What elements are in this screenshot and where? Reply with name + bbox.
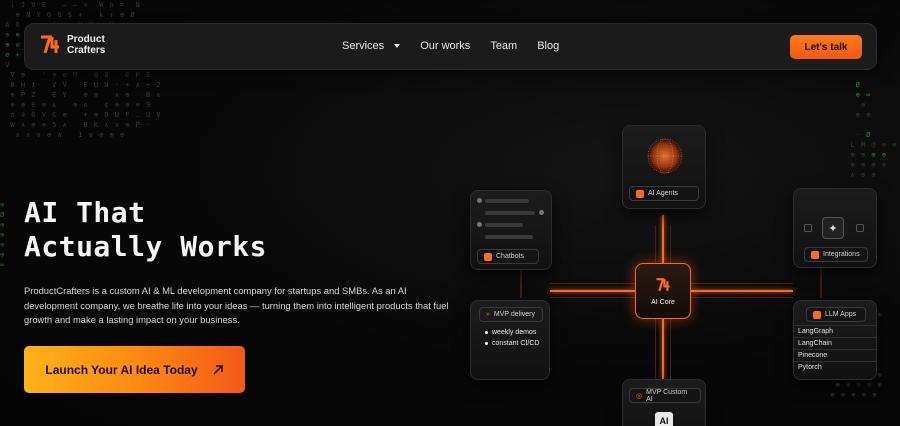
logo-text-line2: Crafters — [67, 45, 106, 56]
connector-wire — [662, 215, 664, 263]
connector-wire — [550, 290, 635, 292]
nav-item-services-label: Services — [342, 40, 385, 52]
globe-network-icon — [647, 138, 683, 174]
nav-item-team-label: Team — [490, 40, 518, 52]
arrow-up-right-icon — [213, 364, 223, 375]
page: ↓ J V ∈ — — ¤ W ∩ = N ⊕ N Y Q G $ + k ↑ … — [0, 0, 900, 426]
nav-item-blog[interactable]: Blog — [537, 40, 559, 52]
llm-apps-card[interactable]: LLM Apps LangGraph LangChain Pinecone Py… — [793, 300, 877, 380]
connector-wire — [670, 319, 671, 379]
connector-wire — [691, 283, 793, 284]
ai-agents-card[interactable]: AI Agents — [622, 125, 706, 209]
logo-text: Product Crafters — [67, 34, 127, 56]
hero-title: AI That Actually Works — [24, 196, 267, 264]
chat-message-line — [485, 211, 535, 215]
double-chevron-icon: » — [486, 311, 490, 318]
hero-description: ProductCrafters is a custom AI & ML deve… — [24, 285, 449, 325]
chatbots-chip: Chatbots — [477, 249, 539, 264]
chat-avatar — [477, 222, 482, 227]
chat-message-line — [485, 199, 529, 203]
nav-item-our-works[interactable]: Our works — [420, 40, 470, 52]
llm-apps-chip: LLM Apps — [806, 307, 866, 322]
nav-item-services[interactable]: Services — [342, 40, 401, 52]
connector-wire — [550, 297, 635, 298]
lightbulb-icon: ◎ — [636, 392, 643, 400]
ai-badge: AI — [655, 412, 673, 426]
connector-wire — [691, 297, 793, 298]
llm-app-item: Pinecone — [794, 349, 876, 361]
mvp-custom-ai-label: MVP Custom AI — [646, 388, 688, 403]
connector-wire — [662, 319, 664, 379]
integrations-card[interactable]: ✦ Integrations — [793, 188, 877, 268]
mvp-delivery-list: weekly demos constant CI/CD — [485, 327, 539, 349]
launch-ai-idea-label: Launch Your AI Idea Today — [45, 362, 198, 377]
connector-wire — [691, 290, 793, 292]
nav-item-our-works-label: Our works — [420, 40, 471, 52]
chatbot-icon — [484, 252, 492, 261]
chat-message-line — [485, 223, 523, 227]
chat-avatar — [477, 198, 482, 203]
llm-apps-label: LLM Apps — [825, 311, 857, 318]
ai-services-diagram: AI Agents Chatbots ✦ Integrations AI Cor… — [460, 120, 900, 426]
hero-title-line2: Actually Works — [24, 230, 268, 263]
ai-core-chip[interactable]: AI Core — [635, 263, 691, 319]
productcrafters-logo-icon — [41, 35, 59, 54]
chatbots-label: Chatbots — [496, 253, 525, 260]
mvp-custom-ai-chip: ◎ MVP Custom AI — [629, 388, 701, 403]
chevron-down-icon — [394, 44, 401, 48]
integrations-hub-icon: ✦ — [822, 217, 844, 239]
mvp-delivery-chip: » MVP delivery — [479, 307, 543, 322]
top-navigation: Product Crafters Services Our works Team… — [24, 23, 877, 70]
connector-wire — [655, 319, 656, 379]
logo[interactable]: Product Crafters — [39, 34, 127, 56]
mvp-bullet: constant CI/CD — [485, 338, 539, 349]
llm-app-item: Pytorch — [794, 361, 876, 373]
hero-title-line1: AI That — [24, 196, 146, 229]
logo-text-line1: Product — [67, 34, 105, 45]
nav-item-team[interactable]: Team — [490, 40, 517, 52]
ai-agents-label: AI Agents — [648, 190, 678, 197]
productcrafters-logo-icon — [656, 277, 670, 291]
mvp-delivery-label: MVP delivery — [493, 311, 536, 318]
integration-node-icon — [804, 224, 812, 232]
agent-icon — [636, 189, 644, 198]
nav-links: Services Our works Team Blog — [342, 40, 559, 52]
llm-app-item: LangChain — [794, 337, 876, 349]
launch-ai-idea-button[interactable]: Launch Your AI Idea Today — [24, 346, 245, 393]
ai-core-label: AI Core — [651, 298, 675, 306]
mvp-custom-ai-card[interactable]: ◎ MVP Custom AI AI — [622, 379, 706, 426]
connector-wire — [670, 225, 671, 263]
mvp-delivery-card[interactable]: » MVP delivery weekly demos constant CI/… — [470, 300, 550, 380]
matrix-background: ↓ J V ∈ — — ¤ W ∩ = N ⊕ N Y Q G $ + k ↑ … — [5, 1, 162, 139]
integration-node-icon — [856, 224, 864, 232]
mvp-bullet: weekly demos — [485, 327, 539, 338]
ai-agents-chip: AI Agents — [629, 186, 699, 201]
integrations-label: Integrations — [823, 251, 860, 258]
chat-avatar — [539, 210, 544, 215]
chat-message-line — [485, 235, 533, 239]
llm-app-item: LangGraph — [794, 325, 876, 337]
integrations-chip: Integrations — [804, 247, 868, 262]
ai-badge-label: AI — [659, 416, 669, 426]
llm-apps-icon — [813, 310, 821, 319]
lets-talk-button[interactable]: Let's talk — [790, 35, 862, 59]
integrations-icon — [811, 250, 819, 259]
connector-wire — [655, 225, 656, 263]
connector-wire — [550, 283, 635, 284]
nav-item-blog-label: Blog — [537, 40, 560, 52]
chatbots-card[interactable]: Chatbots — [470, 190, 552, 270]
